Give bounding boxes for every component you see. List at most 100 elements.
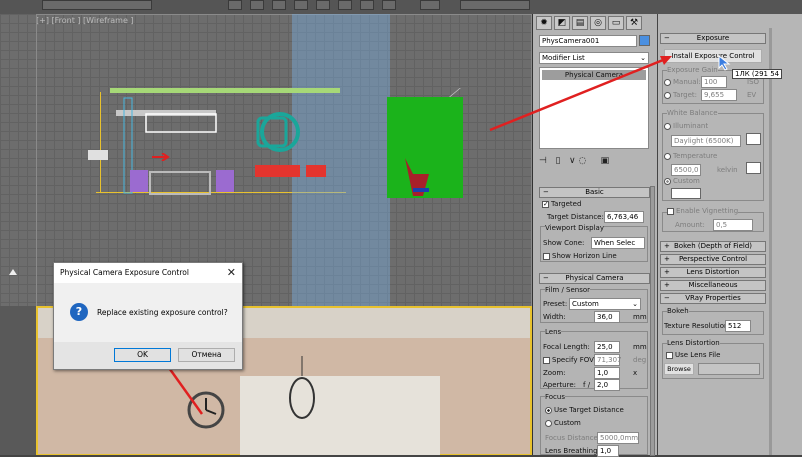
temperature-radio[interactable]: Temperature: [664, 152, 717, 160]
preset-dropdown[interactable]: Custom ⌄: [569, 298, 641, 310]
rollout-label: Perspective Control: [678, 255, 748, 263]
rollout-label: Bokeh (Depth of Field): [674, 242, 752, 250]
specify-fov-label: Specify FOV:: [552, 356, 596, 364]
rollout-lens-distortion[interactable]: + Lens Distortion: [660, 267, 766, 278]
rollout-basic[interactable]: − Basic: [539, 187, 650, 198]
shelf: [116, 110, 216, 116]
custom-focus-radio[interactable]: Custom: [545, 419, 581, 427]
width-label: Width:: [543, 313, 566, 321]
fov-field[interactable]: 71,307: [594, 354, 622, 366]
temperature-color-swatch[interactable]: [746, 162, 761, 174]
toolbar-button[interactable]: [228, 0, 242, 10]
iso-unit: ISO: [747, 78, 760, 86]
toolbar-button[interactable]: [420, 0, 440, 10]
specify-fov-checkbox[interactable]: Specify FOV:: [543, 356, 596, 364]
command-panel-scrollbar[interactable]: [650, 186, 655, 456]
targeted-checkbox[interactable]: ✓ Targeted: [542, 200, 581, 208]
make-unique-icon[interactable]: ∨: [569, 156, 576, 166]
zoom-field[interactable]: 1,0: [594, 367, 620, 379]
texture-resolution-field[interactable]: 512: [725, 320, 751, 332]
width-field[interactable]: 36,0: [594, 311, 620, 323]
use-target-distance-radio[interactable]: Use Target Distance: [545, 406, 624, 414]
illuminant-dropdown[interactable]: Daylight (6500K): [671, 135, 741, 147]
toolbar-button[interactable]: [360, 0, 374, 10]
show-cone-dropdown[interactable]: When Selec: [591, 237, 645, 249]
targeted-label: Targeted: [551, 200, 582, 208]
ok-button[interactable]: OK: [114, 348, 171, 362]
toolbar-button[interactable]: [338, 0, 352, 10]
focus-distance-field[interactable]: 5000,0mm: [597, 432, 639, 444]
remove-modifier-icon[interactable]: ◌: [578, 156, 586, 166]
mouse-cursor-icon: [9, 269, 17, 275]
lens-title: Lens: [545, 328, 562, 336]
object-color-swatch[interactable]: [639, 35, 650, 46]
lens-breathing-field[interactable]: 1,0: [597, 445, 619, 457]
show-horizon-label: Show Horizon Line: [552, 252, 617, 260]
vignetting-amount-label: Amount:: [675, 221, 705, 229]
aperture-field[interactable]: 2,0: [594, 379, 620, 391]
show-cone-label: Show Cone:: [543, 239, 585, 247]
exposure-panel-scrollbar[interactable]: [769, 28, 772, 455]
configure-icon[interactable]: ▣: [601, 156, 610, 166]
rollout-bokeh[interactable]: + Bokeh (Depth of Field): [660, 241, 766, 252]
toolbar-button[interactable]: [316, 0, 330, 10]
show-end-result-icon[interactable]: ▯: [555, 156, 560, 166]
zoom-label: Zoom:: [543, 369, 566, 377]
rollout-vray-properties[interactable]: − VRay Properties: [660, 293, 766, 304]
toolbar-button[interactable]: [250, 0, 264, 10]
custom-wb-label: Custom: [673, 177, 700, 185]
custom-color-swatch[interactable]: [671, 188, 701, 199]
enable-vignetting-label: Enable Vignetting: [676, 207, 739, 215]
illuminant-color-swatch[interactable]: [746, 133, 761, 145]
question-icon: ?: [70, 303, 88, 321]
toolbar-button[interactable]: [294, 0, 308, 10]
pin-stack-icon[interactable]: ⊣: [539, 156, 547, 166]
rollout-physical-camera[interactable]: − Physical Camera: [539, 273, 650, 284]
cushion: [130, 170, 148, 192]
vignetting-amount-field[interactable]: 0,5: [713, 219, 753, 231]
create-icon[interactable]: ✹: [536, 16, 552, 30]
manual-iso-field[interactable]: 100: [701, 76, 727, 88]
modify-icon[interactable]: ◩: [554, 16, 570, 30]
roof-beam: [110, 88, 340, 93]
width-unit: mm: [633, 313, 647, 321]
rollout-label: Miscellaneous: [688, 281, 738, 289]
show-horizon-checkbox[interactable]: Show Horizon Line: [543, 252, 617, 260]
utilities-icon[interactable]: ⚒: [626, 16, 642, 30]
target-distance-field[interactable]: 6,763,46: [604, 211, 644, 223]
sofa: [149, 171, 211, 195]
use-lens-file-checkbox[interactable]: Use Lens File: [666, 351, 720, 359]
stack-toolbar: ⊣ ▯ ∨ ◌ ▣: [539, 156, 651, 168]
temperature-field[interactable]: 6500,0: [671, 164, 701, 176]
rollout-label: Lens Distortion: [686, 268, 740, 276]
plant-object: [405, 158, 429, 196]
lens-distortion-title: Lens Distortion: [667, 339, 720, 347]
toolbar-button[interactable]: [272, 0, 286, 10]
custom-wb-radio[interactable]: Custom: [664, 177, 700, 185]
preset-label: Preset:: [543, 300, 568, 308]
display-icon[interactable]: ▭: [608, 16, 624, 30]
rollout-perspective-control[interactable]: + Perspective Control: [660, 254, 766, 265]
temperature-label: Temperature: [673, 152, 718, 160]
fov-unit: deg: [633, 356, 647, 364]
close-icon[interactable]: ✕: [227, 266, 236, 279]
chair: [306, 165, 326, 177]
annotation-arrow: [489, 56, 672, 132]
object-name-field[interactable]: PhysCamera001: [539, 35, 637, 47]
hierarchy-icon[interactable]: ▤: [572, 16, 588, 30]
doorway: [240, 376, 440, 455]
toolbar-dropdown[interactable]: [42, 0, 152, 10]
dialog-message: Replace existing exposure control?: [97, 308, 228, 317]
viewport-side-strip: [0, 306, 36, 455]
browse-button[interactable]: Browse: [664, 363, 694, 375]
cushion: [216, 170, 234, 192]
rollout-exposure[interactable]: − Exposure: [660, 33, 766, 44]
motion-icon[interactable]: ◎: [590, 16, 606, 30]
toolbar-button[interactable]: [382, 0, 396, 10]
toolbar-dropdown[interactable]: [460, 0, 530, 10]
enable-vignetting-checkbox[interactable]: Enable Vignetting: [667, 207, 739, 215]
cancel-button[interactable]: Отмена: [178, 348, 235, 362]
focal-length-field[interactable]: 25,0: [594, 341, 620, 353]
rollout-miscellaneous[interactable]: + Miscellaneous: [660, 280, 766, 291]
target-ev-field[interactable]: 9,655: [701, 89, 737, 101]
